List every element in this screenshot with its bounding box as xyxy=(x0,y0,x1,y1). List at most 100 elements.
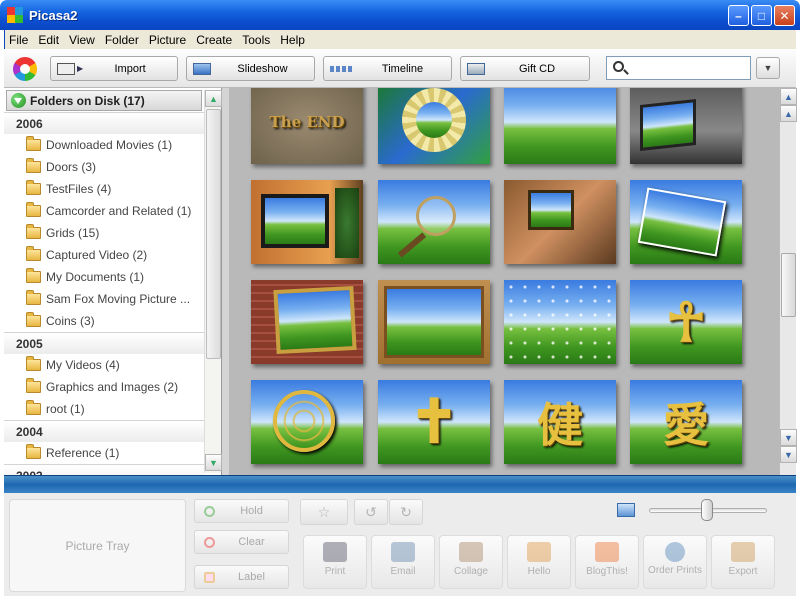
menu-view[interactable]: View xyxy=(64,33,100,47)
print-button[interactable]: Print xyxy=(303,535,367,589)
email-label: Email xyxy=(390,566,416,577)
folder-item[interactable]: Reference (1) xyxy=(4,442,204,464)
menu-file[interactable]: File xyxy=(5,33,33,47)
folder-item[interactable]: Downloaded Movies (1) xyxy=(4,134,204,156)
panel-splitter[interactable] xyxy=(222,88,229,475)
thumbnail-sun-frame[interactable] xyxy=(378,88,490,164)
folder-icon xyxy=(26,180,41,195)
hello-button[interactable]: Hello xyxy=(507,535,571,589)
folder-item[interactable]: Camcorder and Related (1) xyxy=(4,200,204,222)
menu-tools[interactable]: Tools xyxy=(237,33,275,47)
menu-bar: File Edit View Folder Picture Create Too… xyxy=(4,30,796,49)
thumbnail-sparkles[interactable] xyxy=(504,280,616,364)
hold-label: Hold xyxy=(240,505,263,517)
rotate-left-button[interactable]: ↺ xyxy=(354,499,388,525)
folder-item[interactable]: TestFiles (4) xyxy=(4,178,204,200)
thumbnail-bliss[interactable] xyxy=(504,88,616,164)
blogthis-button[interactable]: BlogThis! xyxy=(575,535,639,589)
brick-frame-photo xyxy=(273,285,357,355)
scroll-thumb[interactable] xyxy=(781,253,796,317)
order-prints-icon xyxy=(665,542,685,562)
label-button[interactable]: Label xyxy=(194,565,289,589)
thumbnail-tilted-card[interactable] xyxy=(630,180,742,264)
folder-item[interactable]: Graphics and Images (2) xyxy=(4,376,204,398)
folder-item[interactable]: Grids (15) xyxy=(4,222,204,244)
year-2003: 2003 xyxy=(4,464,204,475)
picture-tray[interactable]: Picture Tray xyxy=(9,499,186,592)
thumbnail-ai[interactable]: 愛 xyxy=(630,380,742,464)
clear-button[interactable]: Clear xyxy=(194,530,289,554)
import-camera-icon xyxy=(57,62,75,75)
hello-label: Hello xyxy=(527,566,551,577)
thumbnail-cross[interactable]: ✝ xyxy=(378,380,490,464)
email-icon xyxy=(391,542,415,562)
maximize-button[interactable]: □ xyxy=(751,5,772,26)
menu-create[interactable]: Create xyxy=(191,33,237,47)
rotate-right-button[interactable]: ↻ xyxy=(389,499,423,525)
grid-scrollbar[interactable]: ▲ ▲ ▼ ▼ xyxy=(779,88,797,475)
scroll-up-icon[interactable]: ▲ xyxy=(205,90,222,107)
slideshow-icon xyxy=(193,62,211,75)
collapse-arrow-icon[interactable] xyxy=(11,93,26,108)
thumbnail-magnifier[interactable] xyxy=(378,180,490,264)
ankh-icon: ☥ xyxy=(665,290,707,354)
folder-item[interactable]: root (1) xyxy=(4,398,204,420)
timeline-button[interactable]: Timeline xyxy=(323,56,452,81)
folders-on-disk-header[interactable]: Folders on Disk (17) xyxy=(6,90,202,111)
thumbnail-framed-wall[interactable] xyxy=(251,180,363,264)
year-2006: 2006 xyxy=(4,112,204,134)
thumbnail-grid: The END ☥ ✝ 健 愛 xyxy=(229,88,779,475)
scroll-up-icon[interactable]: ▲ xyxy=(780,105,797,122)
menu-picture[interactable]: Picture xyxy=(144,33,191,47)
folder-item[interactable]: Sam Fox Moving Picture ... xyxy=(4,288,204,310)
thumbnail-ankh[interactable]: ☥ xyxy=(630,280,742,364)
hold-button[interactable]: Hold xyxy=(194,499,289,523)
order-prints-button[interactable]: Order Prints xyxy=(643,535,707,589)
zoom-slider-thumb[interactable] xyxy=(701,499,713,521)
import-button[interactable]: ▶ Import xyxy=(50,56,178,81)
monitor-screen xyxy=(640,99,696,151)
gift-cd-button[interactable]: Gift CD xyxy=(460,56,590,81)
export-label: Export xyxy=(728,566,758,577)
scroll-down-icon[interactable]: ▼ xyxy=(780,446,797,463)
menu-folder[interactable]: Folder xyxy=(100,33,144,47)
thumbnail-gold-frame[interactable] xyxy=(378,280,490,364)
thumbnail-brick-frame[interactable] xyxy=(251,280,363,364)
year-2004: 2004 xyxy=(4,420,204,442)
collage-button[interactable]: Collage xyxy=(439,535,503,589)
folder-item[interactable]: Doors (3) xyxy=(4,156,204,178)
folder-item[interactable]: Captured Video (2) xyxy=(4,244,204,266)
email-button[interactable]: Email xyxy=(371,535,435,589)
search-options-dropdown[interactable]: ▼ xyxy=(756,57,780,79)
thumbnail-triskele[interactable] xyxy=(251,380,363,464)
folder-icon xyxy=(26,290,41,305)
minimize-button[interactable]: – xyxy=(728,5,749,26)
export-button[interactable]: Export xyxy=(711,535,775,589)
thumbnail-the-end[interactable]: The END xyxy=(251,88,363,164)
menu-help[interactable]: Help xyxy=(275,33,310,47)
thumbnail-monitor-room[interactable] xyxy=(630,88,742,164)
star-button[interactable]: ☆ xyxy=(300,499,348,525)
label-icon xyxy=(204,571,215,583)
slideshow-button[interactable]: Slideshow xyxy=(186,56,315,81)
thumbnail-antique-desk[interactable] xyxy=(504,180,616,264)
zoom-icon xyxy=(617,503,635,517)
cross-icon: ✝ xyxy=(408,387,460,457)
scroll-up-icon[interactable]: ▲ xyxy=(780,88,797,105)
folder-item[interactable]: My Documents (1) xyxy=(4,266,204,288)
sun-frame-photo xyxy=(416,102,452,138)
folder-list-scrollbar[interactable]: ▲ ▼ xyxy=(204,90,222,473)
scroll-down-icon[interactable]: ▼ xyxy=(205,454,222,471)
close-button[interactable]: ✕ xyxy=(774,5,795,26)
folder-icon xyxy=(26,224,41,239)
hello-icon xyxy=(527,542,551,562)
scroll-thumb[interactable] xyxy=(206,109,221,359)
thumbnail-jian[interactable]: 健 xyxy=(504,380,616,464)
scroll-down-icon[interactable]: ▼ xyxy=(780,429,797,446)
folder-item[interactable]: My Videos (4) xyxy=(4,354,204,376)
search-input[interactable] xyxy=(606,56,751,80)
the-end-text: The END xyxy=(269,113,345,131)
folder-item[interactable]: Coins (3) xyxy=(4,310,204,332)
picasa-logo-icon[interactable] xyxy=(13,57,37,81)
menu-edit[interactable]: Edit xyxy=(33,33,64,47)
